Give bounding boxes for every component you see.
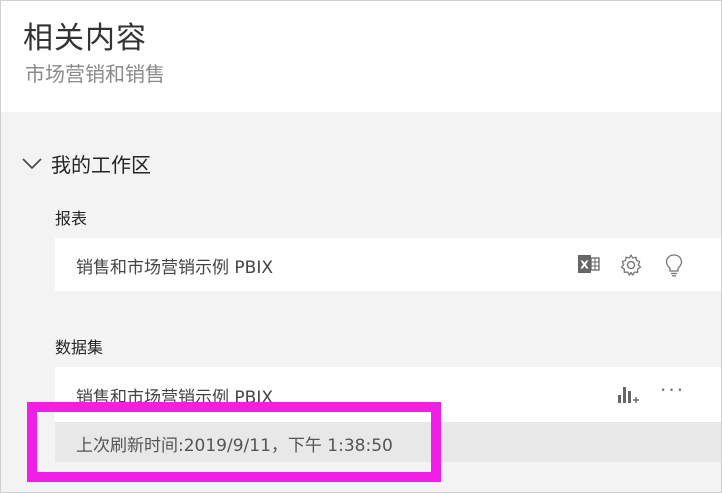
lightbulb-icon[interactable] [664, 253, 684, 277]
workspace-toggle[interactable]: 我的工作区 [21, 149, 151, 178]
reports-section-label: 报表 [55, 209, 88, 228]
panel-header: 相关内容 市场营销和销售 [1, 1, 721, 112]
workspace-label: 我的工作区 [51, 153, 151, 177]
excel-icon[interactable]: X [577, 253, 601, 275]
gear-icon[interactable] [619, 253, 643, 277]
chevron-down-icon [22, 157, 42, 169]
more-options-icon[interactable]: ··· [660, 378, 685, 402]
page-title: 相关内容 [23, 21, 147, 56]
create-report-icon[interactable] [616, 383, 640, 405]
datasets-section-label: 数据集 [55, 338, 104, 357]
highlight-box [27, 402, 441, 482]
svg-text:X: X [580, 259, 589, 272]
report-title: 销售和市场营销示例 PBIX [76, 258, 273, 278]
page-subtitle: 市场营销和销售 [25, 62, 165, 86]
report-card[interactable]: 销售和市场营销示例 PBIX X [55, 238, 721, 291]
